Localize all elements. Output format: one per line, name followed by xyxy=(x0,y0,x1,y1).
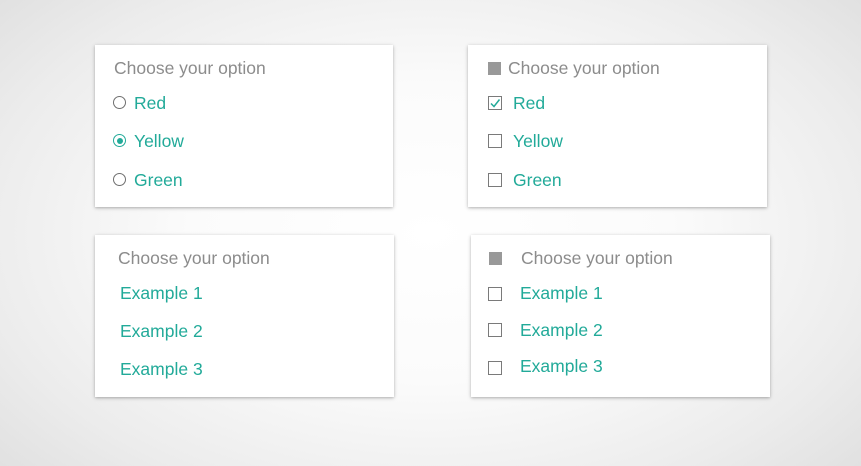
list-card-header: Choose your option xyxy=(118,248,270,268)
radio-card-header: Choose your option xyxy=(114,58,266,78)
checkbox-card-header: Choose your option xyxy=(508,58,660,78)
filled-square-icon xyxy=(489,252,502,265)
checkbox-option-yellow-label[interactable]: Yellow xyxy=(513,131,563,151)
radio-select-card: Choose your option Red Yellow Green xyxy=(95,45,393,207)
checkbox-yellow[interactable] xyxy=(488,134,502,148)
checkbox-list-option-example-3[interactable]: Example 3 xyxy=(520,356,603,376)
checkbox-green[interactable] xyxy=(488,173,502,187)
checkbox-red[interactable] xyxy=(488,96,502,110)
radio-option-yellow-label[interactable]: Yellow xyxy=(134,131,184,151)
radio-option-green-label[interactable]: Green xyxy=(134,170,183,190)
checkbox-list-option-example-1[interactable]: Example 1 xyxy=(520,283,603,303)
checkbox-option-green-label[interactable]: Green xyxy=(513,170,562,190)
checkbox-example-2[interactable] xyxy=(488,323,502,337)
checkbox-list-option-example-2[interactable]: Example 2 xyxy=(520,320,603,340)
radio-button-red[interactable] xyxy=(113,96,126,109)
checkbox-list-select-card: Choose your option Example 1 Example 2 E… xyxy=(471,235,770,397)
checkbox-select-card: Choose your option Red Yellow Green xyxy=(468,45,767,207)
list-option-example-1[interactable]: Example 1 xyxy=(120,283,203,303)
list-option-example-3[interactable]: Example 3 xyxy=(120,359,203,379)
check-icon xyxy=(490,99,501,108)
list-select-card: Choose your option Example 1 Example 2 E… xyxy=(95,235,394,397)
list-option-example-2[interactable]: Example 2 xyxy=(120,321,203,341)
checkbox-example-3[interactable] xyxy=(488,361,502,375)
checkbox-example-1[interactable] xyxy=(488,287,502,301)
filled-square-icon xyxy=(488,62,501,75)
checkbox-list-card-header: Choose your option xyxy=(521,248,673,268)
radio-option-red-label[interactable]: Red xyxy=(134,93,166,113)
checkbox-option-red-label[interactable]: Red xyxy=(513,93,545,113)
radio-button-green[interactable] xyxy=(113,173,126,186)
radio-button-yellow[interactable] xyxy=(113,134,126,147)
